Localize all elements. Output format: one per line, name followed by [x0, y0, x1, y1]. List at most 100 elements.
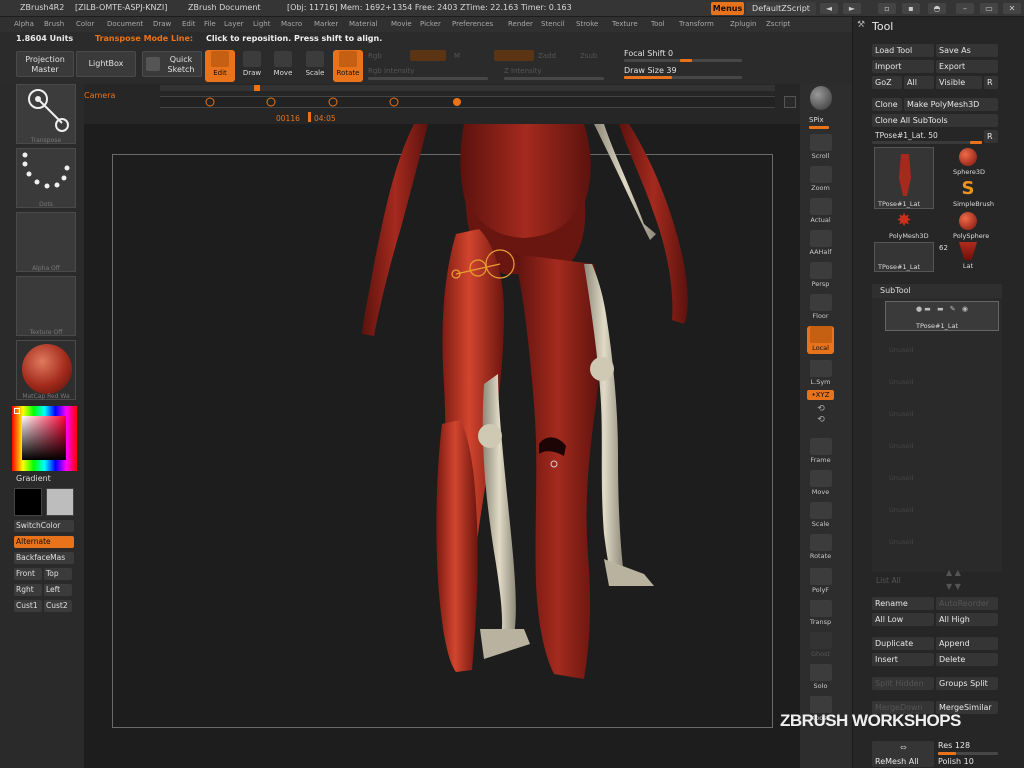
spix-slider[interactable] — [809, 126, 829, 129]
menu-brush[interactable]: Brush — [44, 20, 64, 28]
menu-material[interactable]: Material — [349, 20, 377, 28]
r-button-2[interactable]: R — [984, 130, 998, 143]
rename-button[interactable]: Rename — [872, 597, 934, 610]
zadd-toggle[interactable] — [494, 50, 534, 61]
goz-button[interactable]: GoZ — [872, 76, 902, 89]
menu-layer[interactable]: Layer — [224, 20, 244, 28]
transpose-thumb[interactable]: Transpose — [16, 84, 76, 144]
current-tool-slider-track[interactable] — [872, 141, 982, 144]
texture-thumb[interactable]: Texture Off — [16, 276, 76, 336]
menu-edit[interactable]: Edit — [182, 20, 196, 28]
all-button[interactable]: All — [904, 76, 934, 89]
groups-split-button[interactable]: Groups Split — [936, 677, 998, 690]
close-icon[interactable]: ✕ — [1003, 3, 1021, 14]
ghost-button[interactable]: Ghost — [807, 632, 834, 660]
duplicate-button[interactable]: Duplicate — [872, 637, 934, 650]
all-high-button[interactable]: All High — [936, 613, 998, 626]
local-button[interactable]: Local — [807, 326, 834, 354]
cust1-button[interactable]: Cust1 — [14, 600, 42, 612]
bpr-button[interactable] — [807, 86, 834, 114]
menu-color[interactable]: Color — [76, 20, 94, 28]
current-tool-slider[interactable] — [970, 141, 982, 144]
main-color-swatch[interactable] — [14, 488, 42, 516]
right-button[interactable]: Rght — [14, 584, 42, 596]
subtool-slot-3[interactable]: Unused — [885, 396, 999, 426]
layout2-icon[interactable]: ▪ — [902, 3, 920, 14]
transp-button[interactable]: Transp — [807, 600, 834, 628]
switchcolor-button[interactable]: SwitchColor — [14, 520, 74, 532]
quick-sketch-button[interactable]: Quick Sketch — [142, 51, 202, 77]
edit-button[interactable]: Edit — [205, 50, 235, 82]
timeline-cursor[interactable] — [308, 112, 311, 122]
alpha-thumb[interactable]: Alpha Off — [16, 212, 76, 272]
move-button[interactable]: Move — [268, 50, 298, 82]
mrgb-toggle[interactable] — [410, 50, 446, 61]
menu-tool[interactable]: Tool — [651, 20, 665, 28]
floor-button[interactable]: Floor — [807, 294, 834, 322]
persp-button[interactable]: Persp — [807, 262, 834, 290]
timeline-keyframes[interactable] — [160, 94, 775, 110]
subtool-arrows-icon[interactable]: ▲ ▲ — [946, 568, 961, 577]
subtool-slot-6[interactable]: Unused — [885, 492, 999, 522]
top-button[interactable]: Top — [44, 568, 72, 580]
sphere3d-thumb[interactable]: Sphere3D — [953, 148, 985, 178]
menu-alpha[interactable]: Alpha — [14, 20, 34, 28]
split-hidden-button[interactable]: Split Hidden — [872, 677, 934, 690]
menu-texture[interactable]: Texture — [612, 20, 638, 28]
front-button[interactable]: Front — [14, 568, 42, 580]
backfacemask-button[interactable]: BackfaceMas — [14, 552, 74, 564]
secondary-color-swatch[interactable] — [46, 488, 74, 516]
remesh-all-button[interactable]: ⇔ ReMesh All — [872, 741, 934, 767]
move-view-button[interactable]: Move — [807, 470, 834, 498]
menu-file[interactable]: File — [204, 20, 216, 28]
tpose-thumb-2[interactable]: TPose#1_Lat — [874, 242, 934, 272]
left-button[interactable]: Left — [44, 584, 72, 596]
timeline[interactable]: Camera 00116 04:05 — [84, 84, 800, 124]
lock-icon[interactable]: ◓ — [928, 3, 946, 14]
aahalf-button[interactable]: AAHalf — [807, 230, 834, 258]
list-all-button[interactable]: List All — [876, 576, 901, 585]
z-intensity-slider[interactable] — [504, 77, 604, 80]
lightbox-button[interactable]: LightBox — [76, 51, 136, 77]
autoreorder-button[interactable]: AutoReorder — [936, 597, 998, 610]
rotate-axis-icon[interactable]: ⟲ ⟲ — [815, 404, 827, 426]
stroke-thumb[interactable]: Dots — [16, 148, 76, 208]
visible-button[interactable]: Visible — [936, 76, 982, 89]
color-picker[interactable] — [12, 406, 77, 471]
polymesh3d-thumb[interactable]: ✸ PolyMesh3D — [889, 212, 929, 242]
menu-transform[interactable]: Transform — [679, 20, 714, 28]
r-button[interactable]: R — [984, 76, 998, 89]
default-zscript-button[interactable]: DefaultZScript — [746, 2, 816, 15]
solo-button[interactable]: Solo — [807, 664, 834, 692]
timeline-end-box[interactable] — [784, 96, 796, 108]
delete-button[interactable]: Delete — [936, 653, 998, 666]
import-button[interactable]: Import — [872, 60, 934, 73]
zoom-button[interactable]: Zoom — [807, 166, 834, 194]
next-arrow-icon[interactable]: ► — [843, 3, 861, 14]
maximize-icon[interactable]: ▭ — [980, 3, 998, 14]
save-as-button[interactable]: Save As — [936, 44, 998, 57]
focal-shift-handle[interactable] — [680, 59, 692, 62]
subtool-active-row[interactable]: ●▬ ▬ ✎ ◉ TPose#1_Lat — [885, 301, 999, 331]
menu-zplugin[interactable]: Zplugin — [730, 20, 756, 28]
menu-document[interactable]: Document — [107, 20, 143, 28]
draw-button[interactable]: Draw — [237, 50, 267, 82]
scale-view-button[interactable]: Scale — [807, 502, 834, 530]
current-tool-name[interactable]: TPose#1_Lat. 50 — [875, 131, 938, 140]
export-button[interactable]: Export — [936, 60, 998, 73]
draw-size-fill[interactable] — [624, 76, 672, 79]
rotate-button[interactable]: Rotate — [333, 50, 363, 82]
cust2-button[interactable]: Cust2 — [44, 600, 72, 612]
menu-draw[interactable]: Draw — [153, 20, 171, 28]
menus-button[interactable]: Menus — [711, 2, 744, 15]
layout-icon[interactable]: ▫ — [878, 3, 896, 14]
res-slider-fill[interactable] — [938, 752, 956, 755]
anatomy-model[interactable] — [84, 124, 800, 768]
minimize-icon[interactable]: – — [956, 3, 974, 14]
polysphere-thumb[interactable]: PolySphere — [953, 212, 989, 242]
lsym-button[interactable]: L.Sym — [807, 360, 834, 388]
simplebrush-thumb[interactable]: S SimpleBrush — [953, 180, 994, 210]
menu-marker[interactable]: Marker — [314, 20, 338, 28]
subtool-arrows-down-icon[interactable]: ▼ ▼ — [946, 582, 961, 591]
menu-preferences[interactable]: Preferences — [452, 20, 493, 28]
